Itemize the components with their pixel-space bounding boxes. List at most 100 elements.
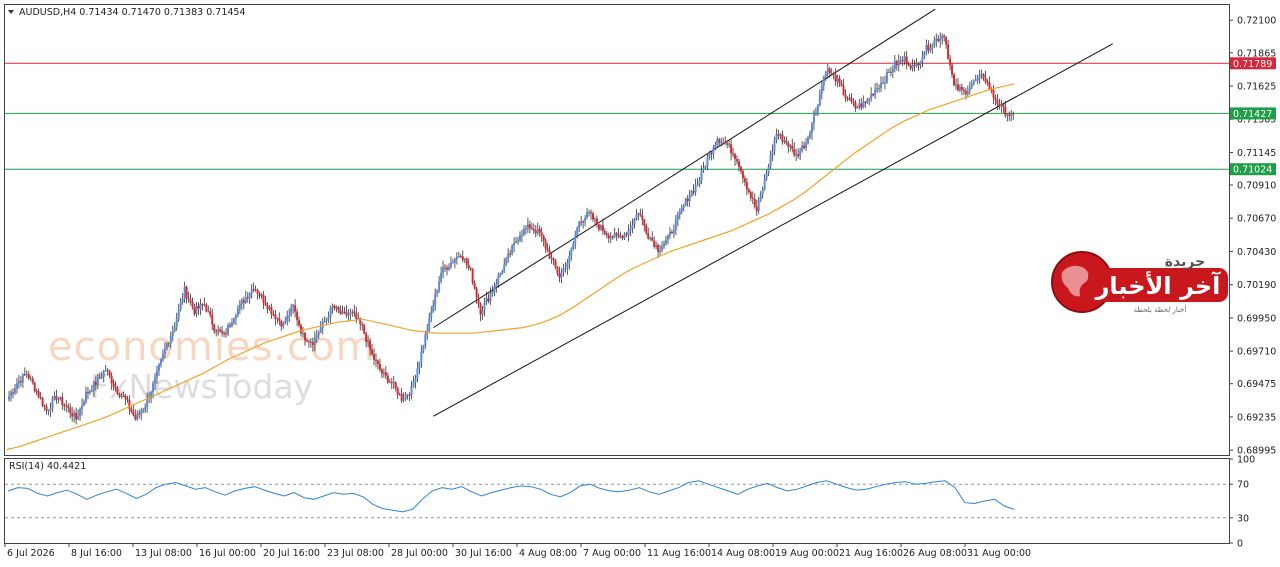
candle-body	[116, 388, 119, 394]
candle-body	[633, 218, 636, 225]
candle-body	[854, 102, 857, 109]
price-tick-label: 0.72100	[1237, 16, 1276, 27]
candle-body	[390, 382, 393, 384]
candle-body	[333, 305, 336, 309]
rsi-indicator: 100 70 30 0	[5, 455, 1255, 550]
candle-body	[702, 167, 705, 171]
candle-body	[655, 245, 658, 247]
candle-body	[207, 311, 210, 313]
candle-body	[621, 235, 624, 239]
candle-body	[345, 311, 348, 316]
candle-body	[706, 157, 709, 167]
candle-body	[951, 65, 954, 75]
candle-body	[406, 394, 409, 396]
candle-body	[250, 288, 253, 294]
candle-body	[807, 137, 810, 143]
candle-body	[580, 221, 583, 223]
candle-body	[704, 166, 707, 168]
candle-body	[221, 331, 224, 334]
candle-body	[440, 272, 443, 282]
candle-body	[49, 408, 52, 411]
candle-body	[301, 333, 304, 335]
candle-body	[447, 267, 450, 270]
price-axis: 0.721000.718650.716250.713850.711450.709…	[1229, 16, 1276, 457]
candle-body	[517, 240, 520, 242]
candle-body	[335, 307, 338, 309]
candle-body	[230, 322, 233, 326]
candle-body	[745, 182, 748, 190]
candle-body	[61, 397, 64, 406]
candle-body	[974, 80, 977, 82]
candle-body	[378, 363, 381, 370]
candle-body	[682, 205, 685, 209]
candle-body	[607, 235, 610, 239]
candle-body	[41, 397, 44, 406]
logo-sub-text: أخبار لحظة بلحظة	[1134, 305, 1187, 314]
candle-body	[982, 74, 985, 78]
rsi-line	[7, 480, 1015, 513]
candle-body	[418, 362, 421, 369]
candle-body	[805, 142, 808, 149]
candle-body	[53, 396, 56, 400]
candle-body	[893, 61, 896, 70]
candle-body	[560, 272, 563, 278]
candle-body	[1008, 114, 1011, 116]
candle-body	[211, 315, 214, 325]
rsi-plot-frame	[4, 458, 1230, 544]
candle-body	[619, 235, 622, 237]
candle-body	[246, 297, 249, 299]
candle-body	[430, 311, 433, 318]
candle-body	[424, 334, 427, 347]
candle-body	[144, 407, 147, 410]
candle-body	[446, 267, 449, 270]
candle-body	[736, 159, 739, 162]
time-tick-label: 30 Jul 16:00	[455, 548, 512, 559]
candle-body	[532, 229, 535, 231]
candle-body	[11, 392, 14, 394]
candle-body	[227, 325, 230, 334]
candle-body	[126, 398, 129, 401]
candle-body	[901, 60, 904, 62]
candle-body	[530, 228, 533, 230]
candle-body	[122, 395, 125, 397]
candle-body	[852, 101, 855, 103]
candle-body	[477, 297, 480, 305]
candle-body	[254, 289, 257, 291]
candle-body	[966, 91, 969, 94]
candle-body	[152, 383, 155, 392]
candle-body	[812, 114, 815, 124]
candle-body	[274, 314, 277, 319]
candle-body	[475, 288, 478, 298]
symbol-dropdown-icon[interactable]	[8, 10, 14, 14]
candle-body	[29, 378, 32, 380]
candle-body	[907, 64, 910, 66]
candle-body	[457, 256, 460, 258]
candle-body	[420, 351, 423, 363]
candle-body	[296, 311, 299, 321]
candle-body	[112, 383, 115, 387]
channel-line-upper	[433, 8, 936, 329]
candle-body	[883, 82, 886, 84]
candle-body	[90, 390, 93, 392]
candle-body	[485, 298, 488, 303]
candle-body	[110, 375, 113, 384]
candle-body	[71, 413, 74, 417]
candle-body	[307, 341, 310, 343]
candle-body	[909, 65, 912, 69]
candle-body	[542, 235, 545, 241]
candle-body	[88, 390, 91, 393]
candle-body	[232, 318, 235, 323]
candle-body	[647, 233, 650, 239]
candle-body	[159, 359, 162, 365]
candle-body	[734, 154, 737, 160]
candle-body	[631, 224, 634, 229]
candle-body	[956, 84, 959, 91]
candle-body	[37, 391, 40, 398]
candle-body	[100, 376, 103, 378]
candle-body	[824, 72, 827, 77]
candle-body	[678, 211, 681, 215]
candle-body	[402, 398, 405, 401]
candle-body	[185, 286, 188, 299]
candle-body	[716, 139, 719, 145]
candle-body	[491, 291, 494, 295]
